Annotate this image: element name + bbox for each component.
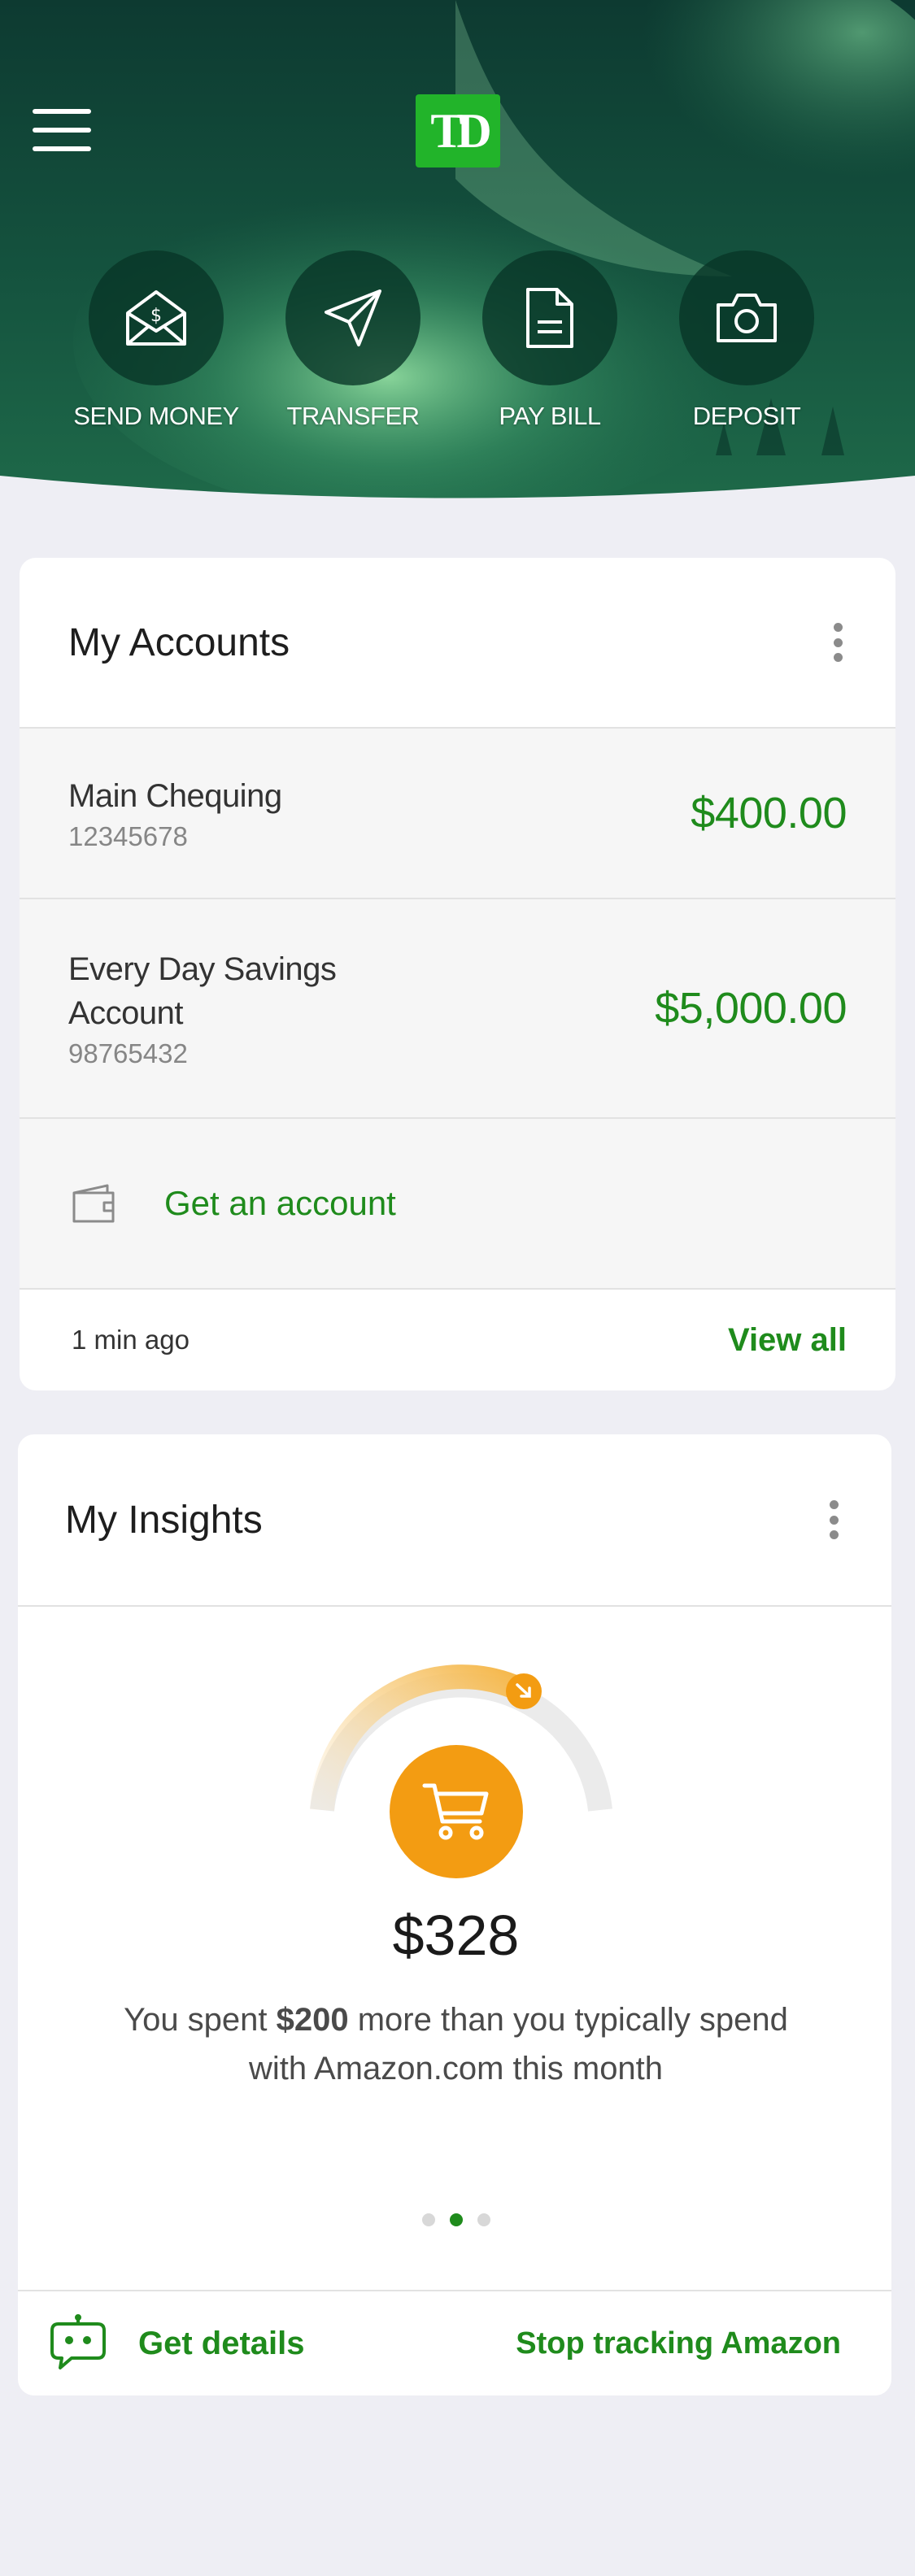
pagination-dots: [18, 2213, 891, 2226]
transfer-button[interactable]: TRANSFER: [264, 250, 442, 431]
account-info: Main Chequing 12345678: [68, 774, 282, 852]
shopping-cart-icon-circle: [390, 1745, 523, 1878]
account-row-every-day-savings[interactable]: Every Day Savings Account 98765432 $5,00…: [20, 899, 895, 1119]
stop-tracking-link[interactable]: Stop tracking Amazon: [516, 2326, 841, 2361]
insight-message-text: You spent $200 more than you typically s…: [107, 1995, 806, 2093]
my-accounts-header: My Accounts: [20, 558, 895, 729]
insight-text-bold: $200: [276, 2002, 349, 2038]
get-details-label: Get details: [138, 2325, 305, 2361]
deposit-icon-circle: [679, 250, 814, 385]
camera-icon: [717, 294, 777, 342]
document-icon: [526, 288, 573, 348]
td-logo: TD: [416, 94, 500, 168]
insights-more-options-icon[interactable]: [821, 1495, 846, 1544]
my-insights-card: My Insights $328 You spent $200 more tha…: [18, 1434, 891, 2395]
page-dot-1[interactable]: [421, 2213, 435, 2226]
wallet-icon: [72, 1184, 115, 1223]
transfer-label: TRANSFER: [286, 402, 420, 430]
menu-line: [33, 109, 91, 114]
accounts-more-options-icon[interactable]: [826, 618, 850, 667]
account-number: 98765432: [68, 1038, 188, 1068]
page-dot-3[interactable]: [477, 2213, 490, 2226]
pay-bill-button[interactable]: PAY BILL: [460, 250, 639, 431]
pay-bill-label: PAY BILL: [499, 402, 601, 430]
account-balance: $5,000.00: [655, 984, 847, 1033]
account-number: 12345678: [68, 821, 188, 851]
get-an-account-button[interactable]: Get an account: [20, 1119, 895, 1290]
insight-amount: $328: [392, 1904, 520, 1967]
my-accounts-title: My Accounts: [68, 620, 290, 664]
account-name: Every Day Savings Account: [68, 951, 337, 1031]
send-money-label: SEND MONEY: [73, 402, 239, 430]
pay-bill-icon-circle: [482, 250, 617, 385]
insight-message: You spent $200 more than you typically s…: [18, 1995, 891, 2093]
view-all-link[interactable]: View all: [728, 1322, 847, 1359]
my-accounts-card: My Accounts Main Chequing 12345678 $400.…: [20, 558, 895, 1390]
kebab-dot: [829, 1515, 839, 1525]
envelope-dollar-icon: $: [126, 290, 186, 346]
accounts-footer: 1 min ago View all: [20, 1290, 895, 1390]
get-an-account-label: Get an account: [164, 1184, 396, 1222]
account-balance: $400.00: [691, 789, 847, 838]
kebab-dot: [833, 637, 843, 647]
account-name: Main Chequing: [68, 778, 282, 814]
kebab-dot: [833, 653, 843, 662]
kebab-dot: [833, 623, 843, 632]
account-row-main-chequing[interactable]: Main Chequing 12345678 $400.00: [20, 729, 895, 899]
shopping-cart-icon: [422, 1783, 489, 1840]
svg-text:$: $: [150, 306, 162, 326]
send-money-button[interactable]: $ SEND MONEY: [67, 250, 246, 431]
my-insights-header: My Insights: [18, 1434, 891, 1607]
send-money-icon-circle: $: [89, 250, 224, 385]
insights-footer: Get details Stop tracking Amazon: [18, 2290, 891, 2395]
kebab-dot: [829, 1500, 839, 1509]
page-dot-2[interactable]: [449, 2213, 463, 2226]
kebab-dot: [829, 1530, 839, 1539]
get-details-button[interactable]: Get details: [47, 2314, 305, 2373]
insight-text-pre: You spent: [124, 2002, 277, 2038]
last-updated-text: 1 min ago: [72, 1325, 190, 1355]
header-banner: TD $ SEND MONEY TRANSFER PAY BILL DEPOSI…: [0, 0, 915, 520]
paper-plane-icon: [325, 289, 381, 346]
menu-line: [33, 146, 91, 151]
transfer-icon-circle: [285, 250, 420, 385]
chatbot-icon: [50, 2314, 106, 2369]
menu-line: [33, 128, 91, 133]
insight-content: $328 You spent $200 more than you typica…: [18, 1607, 891, 2290]
my-insights-title: My Insights: [65, 1498, 263, 1542]
hamburger-menu-button[interactable]: [33, 109, 91, 151]
deposit-button[interactable]: DEPOSIT: [657, 250, 836, 431]
deposit-label: DEPOSIT: [692, 402, 801, 430]
account-info: Every Day Savings Account 98765432: [68, 947, 361, 1069]
